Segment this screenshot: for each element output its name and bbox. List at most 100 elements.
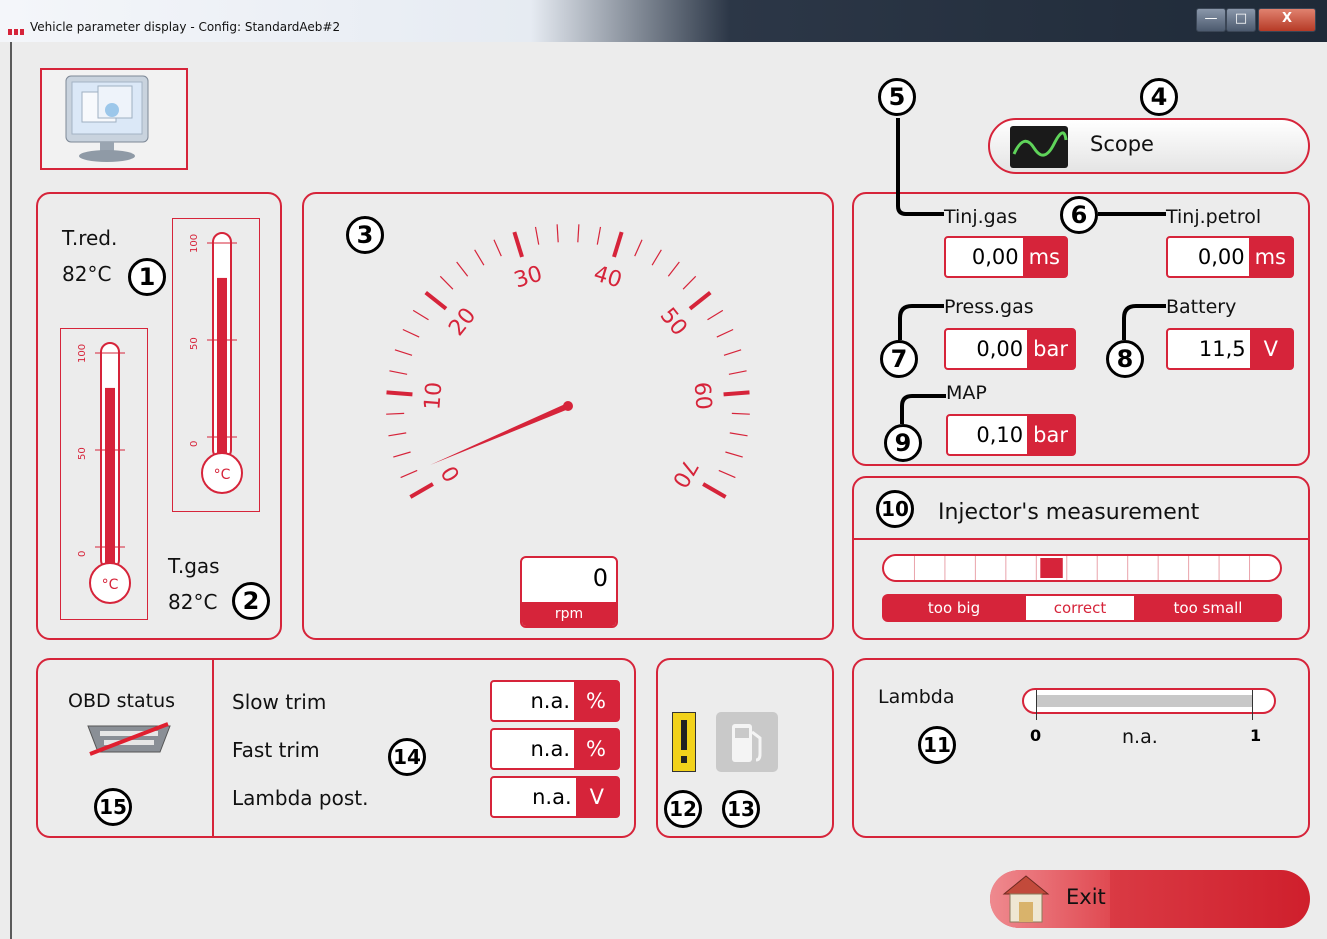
gauge-minor-tick xyxy=(707,309,724,321)
gauge-minor-tick xyxy=(456,261,469,277)
thermometer-t-gas: °C 100 50 0 xyxy=(60,328,148,620)
gauge-minor-tick xyxy=(723,349,742,356)
map-label: MAP xyxy=(946,382,987,404)
gauge-major-tick xyxy=(512,231,524,258)
thermo-red-tick-label: 50 xyxy=(189,337,200,350)
gauge-major-tick xyxy=(386,390,413,397)
gauge-minor-tick xyxy=(386,412,405,415)
oscilloscope-icon xyxy=(1010,126,1068,168)
gauge-minor-tick xyxy=(393,451,411,458)
fuel-pump-icon xyxy=(716,712,778,772)
callout-11: 11 xyxy=(918,726,956,764)
lambda-tick-min xyxy=(1036,690,1037,720)
gauge-minor-tick xyxy=(682,275,697,290)
gauge-minor-tick xyxy=(388,432,407,437)
press-gas-unit: bar xyxy=(1027,330,1074,368)
correct-label: correct xyxy=(1026,596,1134,620)
exit-label: Exit xyxy=(1066,885,1106,909)
lambda-max: 1 xyxy=(1250,726,1262,745)
gauge-scale-label: 30 xyxy=(511,261,545,293)
thermo-gas-unit: °C xyxy=(102,577,119,593)
callout-12: 12 xyxy=(664,790,702,828)
scope-label: Scope xyxy=(1090,132,1154,156)
gauge-hub xyxy=(563,401,573,411)
injector-scale: too big correct too small xyxy=(882,594,1282,622)
too-small-label: too small xyxy=(1173,599,1243,617)
lambda-post-label: Lambda post. xyxy=(232,786,369,810)
gauge-minor-tick xyxy=(474,249,485,266)
gauge-scale-label: 10 xyxy=(420,381,447,411)
callout-8: 8 xyxy=(1106,340,1144,378)
gauge-minor-tick xyxy=(728,370,747,375)
t-red-value: 82°C xyxy=(62,262,112,286)
gauge-minor-tick xyxy=(493,239,502,257)
gauge-minor-tick xyxy=(402,328,420,338)
fast-trim-label: Fast trim xyxy=(232,738,320,762)
gauge-major-tick xyxy=(688,290,712,311)
gauge-major-tick xyxy=(409,482,434,499)
tinj-gas-value: 0,00 xyxy=(971,245,1019,269)
rpm-panel: 0 10 20 30 40 50 60 70 0 rpm xyxy=(302,192,834,640)
thermo-red-tick-label: 0 xyxy=(189,441,200,447)
callout-7: 7 xyxy=(880,340,918,378)
lambda-post-field: n.a. V xyxy=(490,776,620,818)
scope-button[interactable]: Scope xyxy=(988,118,1310,174)
maximize-button[interactable]: □ xyxy=(1226,8,1256,32)
tinj-petrol-field: 0,00 ms xyxy=(1166,236,1294,278)
rpm-readout: 0 rpm xyxy=(520,556,618,628)
battery-unit: V xyxy=(1249,330,1292,368)
tinj-petrol-unit: ms xyxy=(1248,238,1292,276)
close-button[interactable]: X xyxy=(1258,8,1316,32)
gauge-minor-tick xyxy=(651,249,662,266)
callout-1: 1 xyxy=(128,258,166,296)
exit-button[interactable]: Exit xyxy=(990,870,1310,928)
slow-trim-label: Slow trim xyxy=(232,690,327,714)
gauge-scale-label: 40 xyxy=(591,261,625,293)
gauge-minor-tick xyxy=(634,239,643,257)
obd-connector-icon xyxy=(87,722,171,756)
tinj-gas-label: Tinj.gas xyxy=(944,206,1018,228)
gauge-minor-tick xyxy=(718,469,736,479)
rpm-unit: rpm xyxy=(522,602,616,626)
close-icon: X xyxy=(1281,11,1293,26)
callout-4: 4 xyxy=(1140,78,1178,116)
thermo-red-unit: °C xyxy=(214,467,231,483)
injector-indicator xyxy=(1040,558,1063,578)
gauge-scale-label: 50 xyxy=(655,303,692,340)
callout-15: 15 xyxy=(94,788,132,826)
tinj-petrol-value: 0,00 xyxy=(1197,245,1245,269)
lambda-min: 0 xyxy=(1030,726,1042,745)
thermo-gas-tick-label: 50 xyxy=(77,447,88,460)
tinj-gas-unit: ms xyxy=(1022,238,1066,276)
gauge-minor-tick xyxy=(400,469,418,479)
gauge-scale-label: 70 xyxy=(667,455,703,492)
battery-field: 11,5 V xyxy=(1166,328,1294,370)
callout-2: 2 xyxy=(232,582,270,620)
rpm-value: 0 xyxy=(592,564,608,592)
warning-icon xyxy=(672,712,696,772)
battery-label: Battery xyxy=(1166,296,1237,318)
gauge-major-tick xyxy=(723,390,750,397)
minimize-button[interactable]: — xyxy=(1196,8,1226,32)
lambda-tick-max xyxy=(1252,690,1253,720)
gauge-minor-tick xyxy=(556,224,559,243)
lambda-bar-fill xyxy=(1036,695,1252,707)
tinj-petrol-label: Tinj.petrol xyxy=(1166,206,1262,228)
gauge-major-tick xyxy=(612,231,624,258)
callout-14: 14 xyxy=(388,738,426,776)
slow-trim-unit: % xyxy=(574,682,618,720)
callout-10: 10 xyxy=(876,490,914,528)
fast-trim-unit: % xyxy=(574,730,618,768)
display-mode-button[interactable] xyxy=(40,68,188,170)
thermo-gas-tick-label: 0 xyxy=(77,551,88,557)
gauge-minor-tick xyxy=(389,370,408,375)
map-value: 0,10 xyxy=(976,423,1024,447)
injector-title: Injector's measurement xyxy=(938,500,1200,525)
injector-bar xyxy=(882,554,1282,582)
obd-status-label: OBD status xyxy=(68,690,176,712)
thermo-red-tick-label: 100 xyxy=(189,234,200,253)
press-gas-value: 0,00 xyxy=(976,337,1024,361)
t-gas-label: T.gas xyxy=(168,554,220,578)
lambda-bar xyxy=(1022,688,1276,720)
app-icon xyxy=(8,22,26,35)
